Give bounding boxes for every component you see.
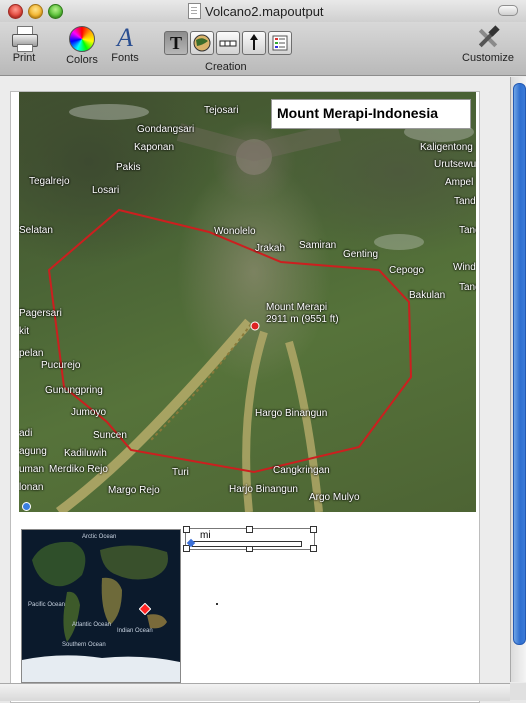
fonts-label: Fonts xyxy=(111,52,139,64)
location-marker xyxy=(139,603,151,615)
place-label: Wind xyxy=(453,262,476,273)
place-label: Suncen xyxy=(93,430,127,441)
title-bar: Volcano2.mapoutput xyxy=(0,0,526,23)
scale-tool-button[interactable] xyxy=(216,31,240,55)
partial-place-label: adi xyxy=(19,428,33,439)
resize-handle[interactable] xyxy=(183,526,190,533)
window-title: Volcano2.mapoutput xyxy=(205,4,324,19)
horizontal-scrollbar[interactable] xyxy=(0,683,510,701)
place-label: Wonolelo xyxy=(214,226,256,237)
hammer-wrench-icon xyxy=(475,25,501,50)
place-label: Kaligentong xyxy=(420,142,473,153)
place-label: Kadiluwih xyxy=(64,448,107,459)
volcano-elevation-label: 2911 m (9551 ft) xyxy=(266,314,339,325)
place-label: Hargo Binangun xyxy=(255,408,328,419)
document-icon[interactable] xyxy=(188,3,201,19)
place-label: Gondangsari xyxy=(137,124,195,135)
north-arrow-icon xyxy=(250,34,258,50)
place-label: Pucurejo xyxy=(41,360,81,371)
ocean-label: Southern Ocean xyxy=(62,642,106,648)
customize-button[interactable]: Customize xyxy=(458,25,518,64)
globe-tool-icon xyxy=(193,34,211,52)
partial-place-label: pelan xyxy=(19,348,44,359)
volcano-name-label: Mount Merapi xyxy=(266,302,328,313)
place-label: Jrakah xyxy=(255,243,286,254)
place-label: Samiran xyxy=(299,240,337,251)
minimize-window-button[interactable] xyxy=(28,4,43,19)
map-title-box[interactable]: Mount Merapi-Indonesia xyxy=(271,99,471,129)
map-title: Mount Merapi-Indonesia xyxy=(277,105,438,121)
place-label: Tejosari xyxy=(204,105,239,116)
customize-label: Customize xyxy=(462,52,514,64)
color-wheel-icon xyxy=(69,26,95,52)
ocean-label: Arctic Ocean xyxy=(82,534,117,540)
volcano-marker xyxy=(250,321,260,331)
ocean-label: Atlantic Ocean xyxy=(72,622,112,628)
print-label: Print xyxy=(12,52,36,64)
place-label: Cepogo xyxy=(389,265,425,276)
partial-place-label: kit xyxy=(19,326,29,337)
place-label: Margo Rejo xyxy=(108,485,160,496)
place-label: Selatan xyxy=(19,225,53,236)
globe-tool-button[interactable] xyxy=(190,31,214,55)
place-label: Genting xyxy=(343,249,379,260)
place-label: Tand xyxy=(459,282,476,293)
scale-bar-widget[interactable]: mi xyxy=(183,526,317,552)
place-label: Merdiko Rejo xyxy=(49,464,108,475)
satellite-map[interactable]: Tejosari Gondangsari Kaponan Pakis Tegal… xyxy=(19,92,476,512)
stray-point xyxy=(216,603,218,605)
place-label: Cangkringan xyxy=(273,465,330,476)
font-icon: A xyxy=(117,23,133,52)
place-label: Turi xyxy=(172,467,189,478)
legend-tool-button[interactable] xyxy=(268,31,292,55)
partial-place-label: lonan xyxy=(19,482,44,493)
scale-unit-label: mi xyxy=(200,530,211,541)
partial-place-label: agung xyxy=(19,446,47,457)
text-tool-button[interactable]: T xyxy=(164,31,188,55)
resize-handle[interactable] xyxy=(310,545,317,552)
print-button[interactable]: Print xyxy=(6,26,42,64)
ocean-label: Pacific Ocean xyxy=(28,602,66,608)
creation-label: Creation xyxy=(205,61,247,73)
resize-handle[interactable] xyxy=(246,526,253,533)
document-area: Tejosari Gondangsari Kaponan Pakis Tegal… xyxy=(0,76,526,703)
place-label: Bakulan xyxy=(409,290,446,301)
scale-bar xyxy=(192,541,302,547)
place-label: Tand xyxy=(454,196,476,207)
vertical-scrollbar[interactable] xyxy=(510,77,526,682)
toolbar-toggle-button[interactable] xyxy=(498,5,518,16)
place-label: Gunungpring xyxy=(45,385,103,396)
partial-place-label: uman xyxy=(19,464,45,475)
place-label: Tand xyxy=(459,225,476,236)
place-label: Urutsewu xyxy=(434,159,476,170)
north-arrow-tool-button[interactable] xyxy=(242,31,266,55)
place-label: Ampel xyxy=(445,177,474,188)
place-label: Pagersari xyxy=(19,308,62,319)
place-label: Jumoyo xyxy=(71,407,107,418)
place-label: Argo Mulyo xyxy=(309,492,360,503)
place-label: Pakis xyxy=(116,162,141,173)
legend-tool-icon xyxy=(272,35,288,51)
map-page: Tejosari Gondangsari Kaponan Pakis Tegal… xyxy=(10,91,480,703)
close-window-button[interactable] xyxy=(8,4,23,19)
colors-button[interactable]: Colors xyxy=(60,26,104,66)
scale-tool-icon xyxy=(219,40,237,47)
attribution-icon xyxy=(22,502,31,511)
ocean-label: Indian Ocean xyxy=(117,628,153,634)
place-label: Tegalrejo xyxy=(29,176,70,187)
place-label: Losari xyxy=(92,185,120,196)
zoom-window-button[interactable] xyxy=(48,4,63,19)
place-label: Kaponan xyxy=(134,142,175,153)
place-label: Harjo Binangun xyxy=(229,484,298,495)
text-tool-icon: T xyxy=(169,33,182,53)
inset-world-map[interactable]: Arctic Ocean Pacific Ocean Atlantic Ocea… xyxy=(21,529,181,683)
scrollbar-thumb[interactable] xyxy=(513,83,526,645)
fonts-button[interactable]: A Fonts xyxy=(106,23,144,65)
colors-label: Colors xyxy=(66,54,98,66)
toolbar: Print Colors A Fonts T Creation Customiz… xyxy=(0,22,526,76)
window-resize-grip[interactable] xyxy=(510,683,526,700)
printer-icon xyxy=(11,26,38,52)
resize-handle[interactable] xyxy=(310,526,317,533)
